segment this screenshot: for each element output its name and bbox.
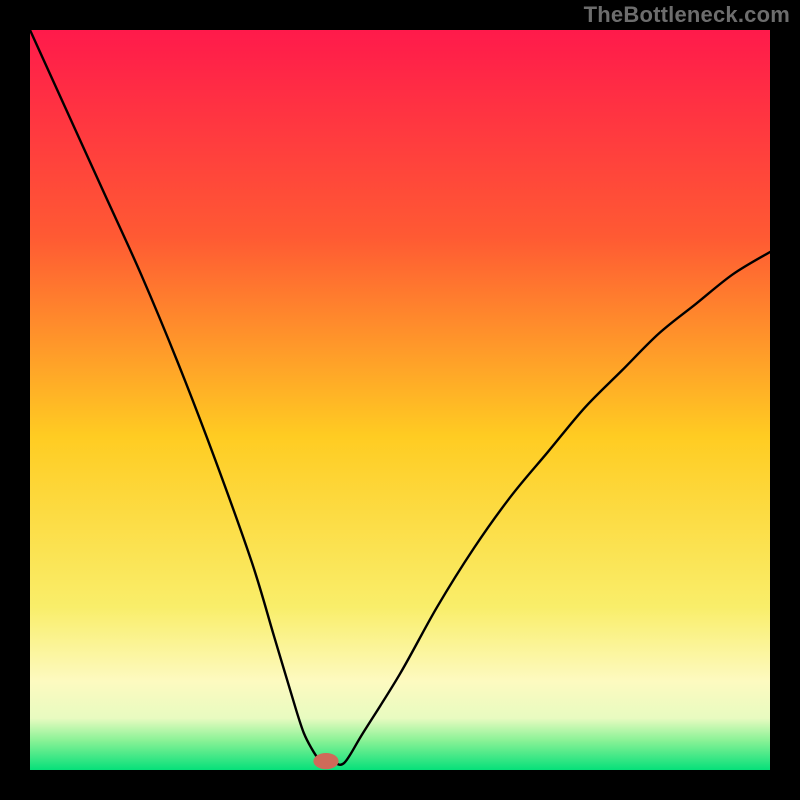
plot-area (30, 30, 770, 770)
chart-svg (30, 30, 770, 770)
minimum-marker (313, 753, 338, 769)
watermark-text: TheBottleneck.com (584, 2, 790, 28)
chart-frame: TheBottleneck.com (0, 0, 800, 800)
gradient-background (30, 30, 770, 770)
